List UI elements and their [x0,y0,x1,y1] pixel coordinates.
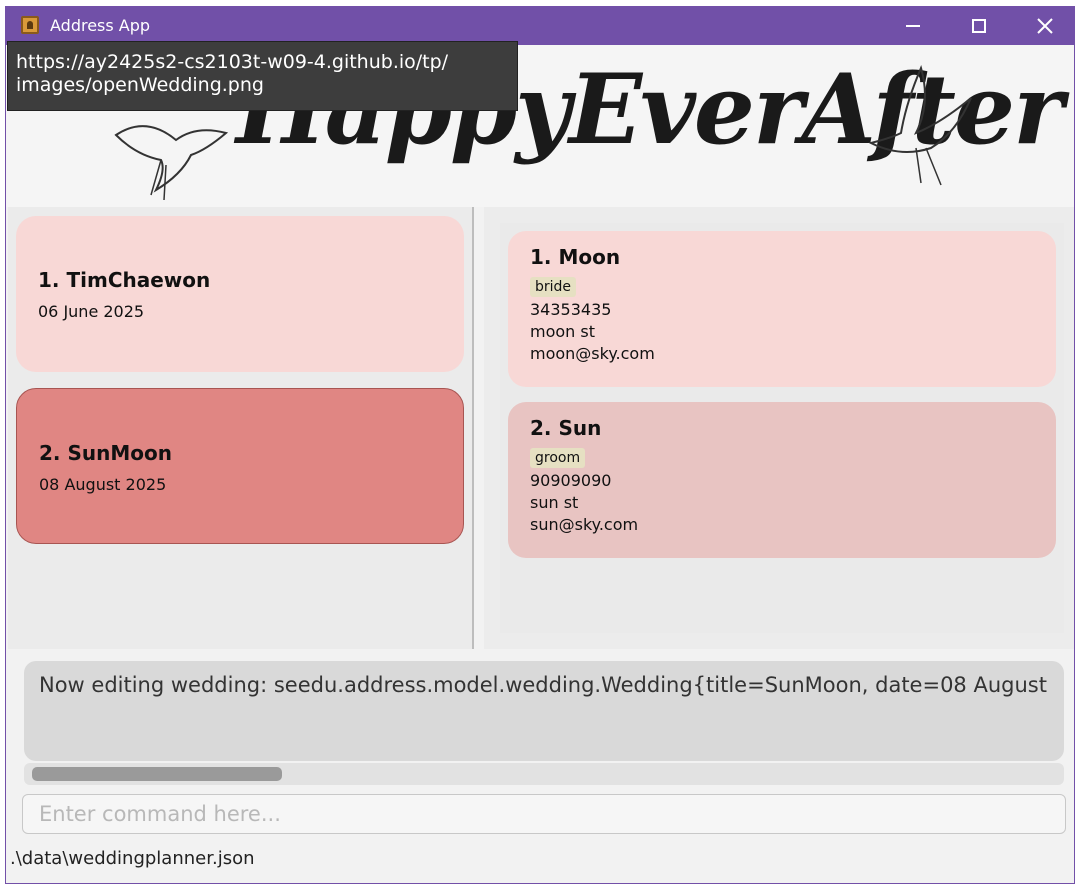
tooltip-line-1: https://ay2425s2-cs2103t-w09-4.github.io… [16,51,449,73]
person-email: moon@sky.com [530,344,655,363]
window-title: Address App [50,16,151,35]
person-email: sun@sky.com [530,515,639,534]
app-window: Address App HappyEverAfter https://ay242… [5,6,1075,884]
result-display[interactable]: Now editing wedding: seedu.address.model… [24,661,1064,761]
close-button[interactable] [1012,7,1074,45]
person-card[interactable]: 1. Moon bride 34353435 moon st moon@sky.… [508,231,1056,387]
person-address: sun st [530,493,579,512]
person-name: 2. Sun [530,416,602,440]
result-text: Now editing wedding: seedu.address.model… [39,673,1047,697]
wedding-list-panel[interactable]: 1. TimChaewon 06 June 2025 2. SunMoon 08… [8,207,472,649]
wedding-card[interactable]: 1. TimChaewon 06 June 2025 [16,216,464,372]
dove-icon [114,125,229,201]
person-phone: 90909090 [530,471,612,490]
person-name: 1. Moon [530,245,621,269]
maximize-button[interactable] [946,7,1012,45]
url-tooltip: https://ay2425s2-cs2103t-w09-4.github.io… [7,41,518,111]
wedding-card-selected[interactable]: 2. SunMoon 08 August 2025 [16,388,464,544]
tooltip-line-2: images/openWedding.png [16,74,264,96]
person-list-panel: 1. Moon bride 34353435 moon st moon@sky.… [484,207,1074,649]
scrollbar-thumb[interactable] [32,767,282,781]
close-icon [1037,18,1053,34]
maximize-icon [972,19,986,33]
person-phone: 34353435 [530,300,612,319]
status-bar-path: .\data\weddingplanner.json [10,848,255,869]
wedding-title: 1. TimChaewon [38,268,211,292]
role-tag: bride [530,277,577,297]
wedding-date: 08 August 2025 [39,475,167,494]
dove-icon [868,65,972,186]
title-bar[interactable]: Address App [6,7,1074,45]
minimize-icon [906,25,920,27]
minimize-button[interactable] [880,7,946,45]
person-card[interactable]: 2. Sun groom 90909090 sun st sun@sky.com [508,402,1056,558]
wedding-title: 2. SunMoon [39,441,172,465]
horizontal-scrollbar[interactable] [24,763,1064,785]
person-address: moon st [530,322,595,341]
wedding-date: 06 June 2025 [38,302,145,321]
person-list[interactable]: 1. Moon bride 34353435 moon st moon@sky.… [500,223,1064,633]
role-tag: groom [530,448,586,468]
app-icon [21,16,39,34]
command-input[interactable] [22,794,1066,834]
panel-divider[interactable] [472,207,474,649]
